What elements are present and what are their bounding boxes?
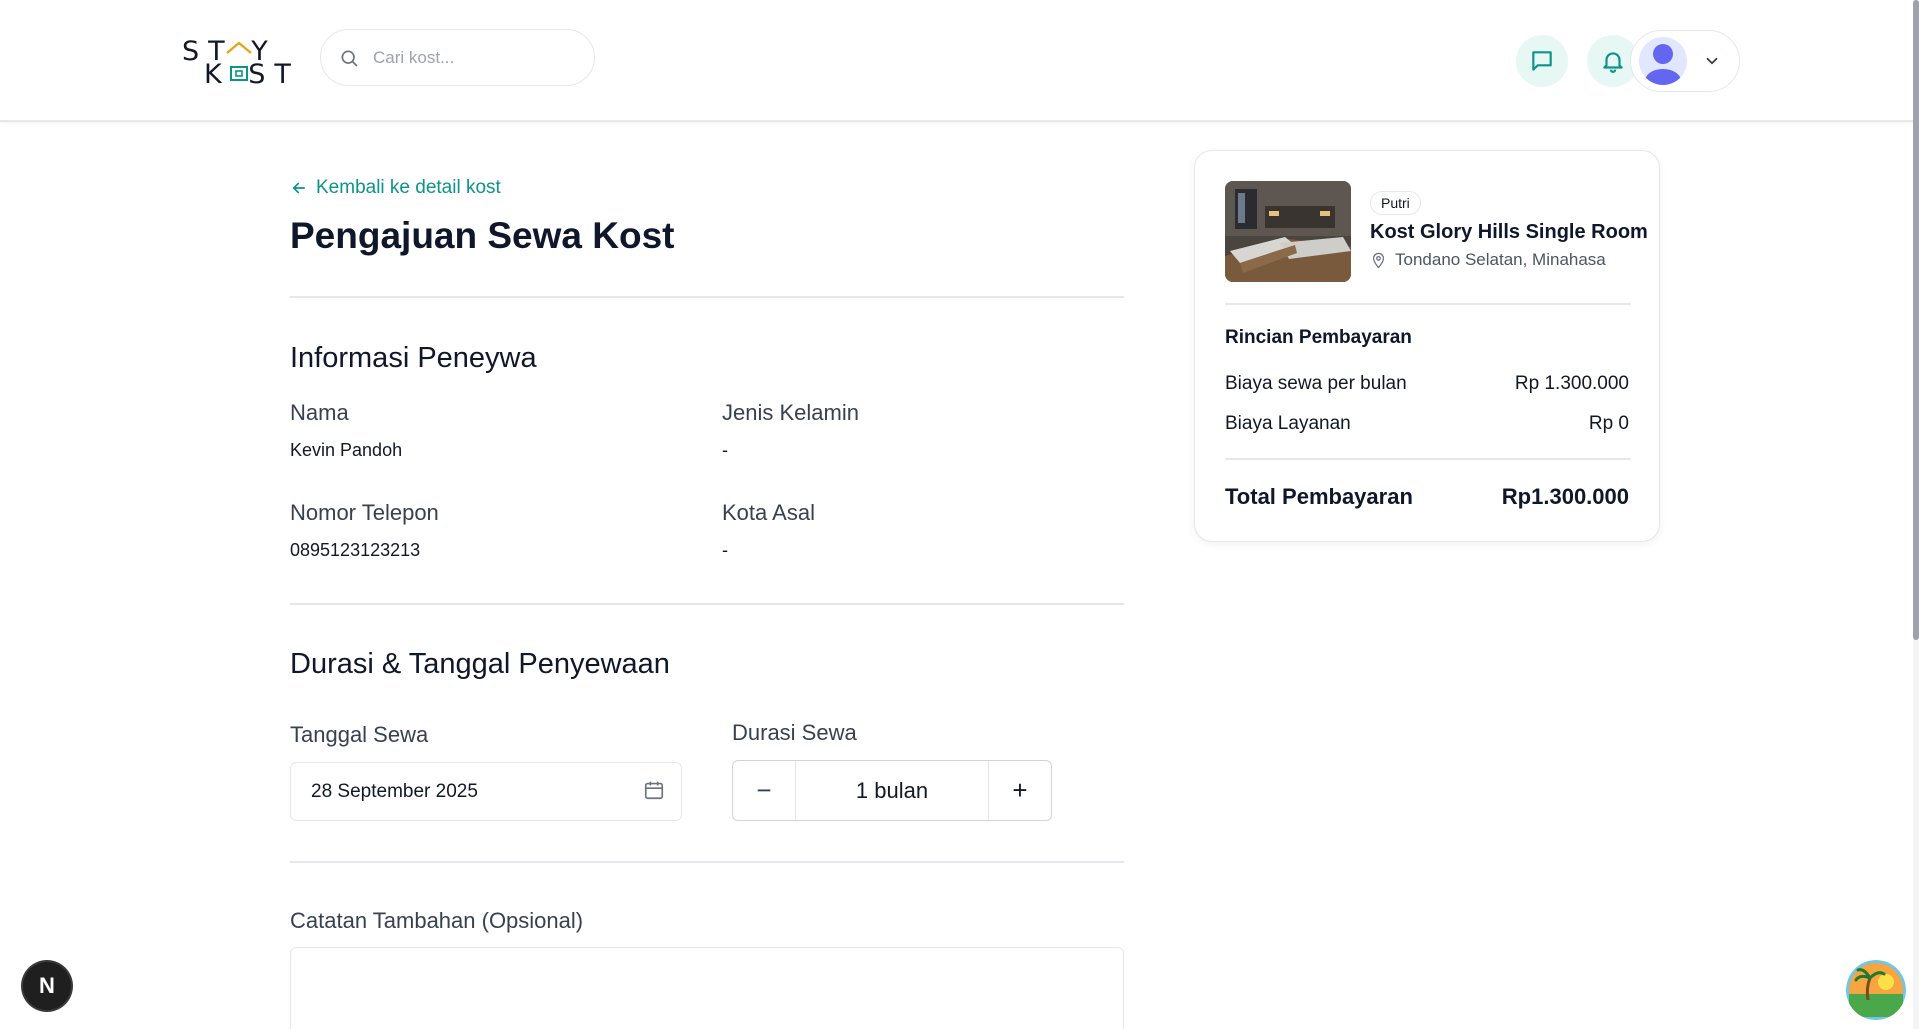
gender-type-badge: Putri: [1370, 191, 1421, 215]
search-icon: [341, 50, 358, 66]
kost-room-photo[interactable]: [1225, 181, 1351, 282]
duration-stepper: − 1 bulan +: [732, 760, 1052, 821]
divider: [290, 603, 1124, 605]
kost-name: Kost Glory Hills Single Room: [1370, 221, 1648, 243]
dev-tools-badge[interactable]: N: [23, 962, 71, 1010]
gender-value: -: [722, 440, 728, 460]
tenant-info-title: Informasi Peneywa: [290, 342, 537, 374]
user-avatar-icon: [1645, 44, 1681, 85]
map-pin-icon: [1372, 252, 1385, 269]
chat-button[interactable]: [1516, 35, 1568, 87]
rental-date-label: Tanggal Sewa: [290, 722, 429, 747]
calendar-icon[interactable]: [643, 779, 665, 801]
rental-date-value: 28 September 2025: [311, 780, 478, 802]
house-icon: [226, 41, 252, 54]
back-link-label: Kembali ke detail kost: [316, 177, 501, 198]
service-fee-value: Rp 0: [1588, 413, 1629, 434]
divider: [290, 296, 1124, 298]
divider: [290, 861, 1124, 863]
duration-value: 1 bulan: [795, 761, 989, 820]
chat-icon: [1532, 51, 1552, 71]
hometown-label: Kota Asal: [722, 500, 815, 525]
profile-menu[interactable]: [1630, 30, 1740, 92]
chevron-down-icon: [1706, 57, 1718, 65]
monthly-rent-value: Rp 1.300.000: [1514, 373, 1629, 394]
payment-breakdown-title: Rincian Pembayaran: [1225, 327, 1412, 348]
room-photo-image: [1225, 181, 1351, 282]
notes-label: Catatan Tambahan (Opsional): [290, 908, 584, 933]
top-navbar: ST Y K ST: [0, 0, 1913, 122]
service-fee-label: Biaya Layanan: [1225, 413, 1351, 434]
booking-summary-card: Putri Kost Glory Hills Single Room Tonda…: [1194, 150, 1660, 542]
notes-textarea[interactable]: [290, 947, 1124, 1029]
avatar: [1639, 37, 1687, 85]
rental-duration-title: Durasi & Tanggal Penyewaan: [290, 648, 670, 680]
staykost-logo[interactable]: ST Y K ST: [180, 36, 300, 90]
logo-line-2: K ST: [204, 59, 300, 90]
increase-duration-button[interactable]: +: [989, 761, 1051, 820]
back-to-detail-link[interactable]: Kembali ke detail kost: [290, 177, 501, 199]
search-input[interactable]: [373, 47, 573, 68]
phone-label: Nomor Telepon: [290, 500, 439, 525]
total-payment-value: Rp1.300.000: [1501, 484, 1629, 509]
card-divider: [1225, 458, 1631, 460]
total-payment-label: Total Pembayaran: [1225, 484, 1413, 509]
gender-label: Jenis Kelamin: [722, 400, 859, 425]
page-scrollbar[interactable]: [1913, 0, 1919, 1029]
hometown-value: -: [722, 540, 728, 560]
assistant-widget-button[interactable]: [1846, 960, 1906, 1020]
search-bar[interactable]: [320, 29, 595, 86]
kost-location-text: Tondano Selatan, Minahasa: [1395, 250, 1606, 269]
rental-duration-label: Durasi Sewa: [732, 720, 857, 745]
rental-date-input[interactable]: 28 September 2025: [290, 762, 682, 821]
bell-icon: [1603, 52, 1623, 73]
kost-location: Tondano Selatan, Minahasa: [1370, 250, 1606, 270]
window-icon: [230, 66, 248, 81]
arrow-left-icon: [292, 182, 306, 194]
name-value: Kevin Pandoh: [290, 440, 403, 460]
monthly-rent-label: Biaya sewa per bulan: [1225, 373, 1407, 394]
card-divider: [1225, 303, 1631, 305]
phone-value: 0895123123213: [290, 540, 421, 560]
scrollbar-thumb[interactable]: [1913, 0, 1919, 640]
name-label: Nama: [290, 400, 349, 425]
beach-icon: [1846, 960, 1906, 1020]
page-title: Pengajuan Sewa Kost: [290, 215, 675, 256]
decrease-duration-button[interactable]: −: [733, 761, 795, 820]
